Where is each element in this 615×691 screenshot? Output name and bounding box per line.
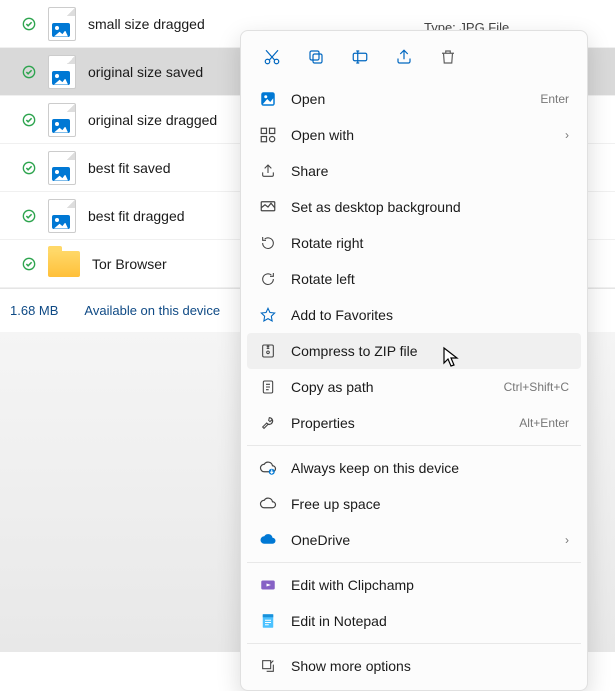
star-icon (259, 306, 277, 324)
ctx-shortcut: Enter (540, 92, 569, 106)
ctx-label: Free up space (291, 496, 569, 512)
sync-check-icon (22, 161, 36, 175)
separator (247, 562, 581, 563)
ctx-open[interactable]: Open Enter (247, 81, 581, 117)
sync-check-icon (22, 113, 36, 127)
notepad-icon (259, 612, 277, 630)
status-availability: Available on this device (84, 303, 220, 318)
image-file-icon (48, 199, 76, 233)
ctx-label: Rotate left (291, 271, 569, 287)
folder-icon (48, 251, 80, 277)
ctx-label: Set as desktop background (291, 199, 569, 215)
ctx-label: Open with (291, 127, 551, 143)
image-file-icon (48, 55, 76, 89)
status-size: 1.68 MB (10, 303, 58, 318)
rotate-right-icon (259, 234, 277, 252)
ctx-label: Edit with Clipchamp (291, 577, 569, 593)
ctx-favorites[interactable]: Add to Favorites (247, 297, 581, 333)
image-file-icon (48, 103, 76, 137)
ctx-shortcut: Alt+Enter (519, 416, 569, 430)
sync-check-icon (22, 257, 36, 271)
ctx-label: Open (291, 91, 526, 107)
sync-check-icon (22, 209, 36, 223)
cloud-free-icon (259, 495, 277, 513)
context-menu: Open Enter Open with › Share Set as desk… (240, 30, 588, 691)
context-menu-quick-actions (247, 37, 581, 81)
open-icon (259, 90, 277, 108)
ctx-rotate-right[interactable]: Rotate right (247, 225, 581, 261)
ctx-label: Properties (291, 415, 505, 431)
copy-icon[interactable] (301, 43, 331, 71)
ctx-label: Copy as path (291, 379, 490, 395)
properties-icon (259, 414, 277, 432)
zip-icon (259, 342, 277, 360)
desktop-bg-icon (259, 198, 277, 216)
cut-icon[interactable] (257, 43, 287, 71)
delete-icon[interactable] (433, 43, 463, 71)
ctx-label: OneDrive (291, 532, 551, 548)
separator (247, 445, 581, 446)
sync-check-icon (22, 65, 36, 79)
cloud-keep-icon (259, 459, 277, 477)
ctx-free-space[interactable]: Free up space (247, 486, 581, 522)
onedrive-icon (259, 531, 277, 549)
image-file-icon (48, 7, 76, 41)
separator (247, 643, 581, 644)
ctx-always-keep[interactable]: Always keep on this device (247, 450, 581, 486)
open-with-icon (259, 126, 277, 144)
ctx-label: Show more options (291, 658, 569, 674)
chevron-right-icon: › (565, 533, 569, 547)
chevron-right-icon: › (565, 128, 569, 142)
ctx-rotate-left[interactable]: Rotate left (247, 261, 581, 297)
ctx-more-options[interactable]: Show more options (247, 648, 581, 684)
ctx-label: Edit in Notepad (291, 613, 569, 629)
copy-path-icon (259, 378, 277, 396)
ctx-properties[interactable]: Properties Alt+Enter (247, 405, 581, 441)
ctx-share[interactable]: Share (247, 153, 581, 189)
rotate-left-icon (259, 270, 277, 288)
ctx-shortcut: Ctrl+Shift+C (504, 380, 569, 394)
image-file-icon (48, 151, 76, 185)
ctx-desktop-bg[interactable]: Set as desktop background (247, 189, 581, 225)
share-icon (259, 162, 277, 180)
ctx-onedrive[interactable]: OneDrive › (247, 522, 581, 558)
ctx-label: Share (291, 163, 569, 179)
ctx-compress-zip[interactable]: Compress to ZIP file (247, 333, 581, 369)
ctx-clipchamp[interactable]: Edit with Clipchamp (247, 567, 581, 603)
rename-icon[interactable] (345, 43, 375, 71)
ctx-label: Always keep on this device (291, 460, 569, 476)
ctx-open-with[interactable]: Open with › (247, 117, 581, 153)
clipchamp-icon (259, 576, 277, 594)
ctx-label: Compress to ZIP file (291, 343, 569, 359)
more-icon (259, 657, 277, 675)
share-icon[interactable] (389, 43, 419, 71)
ctx-notepad[interactable]: Edit in Notepad (247, 603, 581, 639)
ctx-label: Add to Favorites (291, 307, 569, 323)
ctx-label: Rotate right (291, 235, 569, 251)
ctx-copy-path[interactable]: Copy as path Ctrl+Shift+C (247, 369, 581, 405)
sync-check-icon (22, 17, 36, 31)
